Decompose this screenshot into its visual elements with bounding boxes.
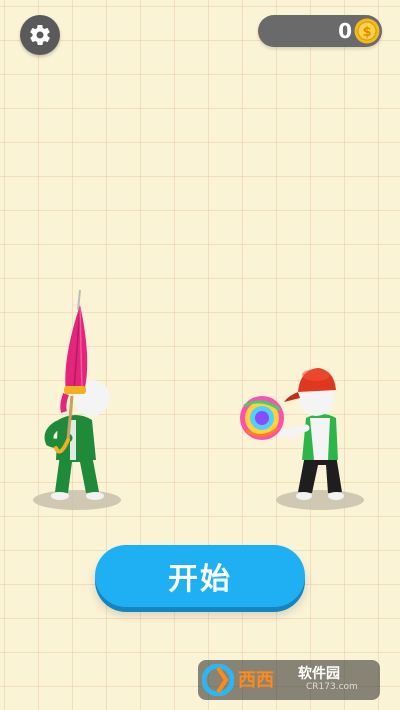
start-button[interactable]: 开始 [95, 545, 305, 607]
start-button-label: 开始 [168, 562, 232, 597]
lollipop-weapon [240, 396, 297, 440]
coin-counter: 0 $ [258, 15, 382, 47]
left-platform [33, 490, 121, 510]
watermark-logo-icon [202, 664, 234, 696]
watermark-site-name: 软件园 [298, 666, 340, 682]
watermark-brand: 西西 [238, 670, 274, 691]
left-character [44, 380, 110, 500]
coin-count: 0 [338, 19, 352, 43]
watermark: 西西 软件园 CR173.com [198, 660, 380, 700]
settings-button[interactable] [20, 15, 60, 55]
gear-icon [30, 24, 50, 46]
coin-icon: $ [354, 18, 380, 44]
watermark-url: CR173.com [306, 682, 358, 692]
right-platform [276, 490, 364, 510]
coin-symbol: $ [362, 25, 371, 40]
